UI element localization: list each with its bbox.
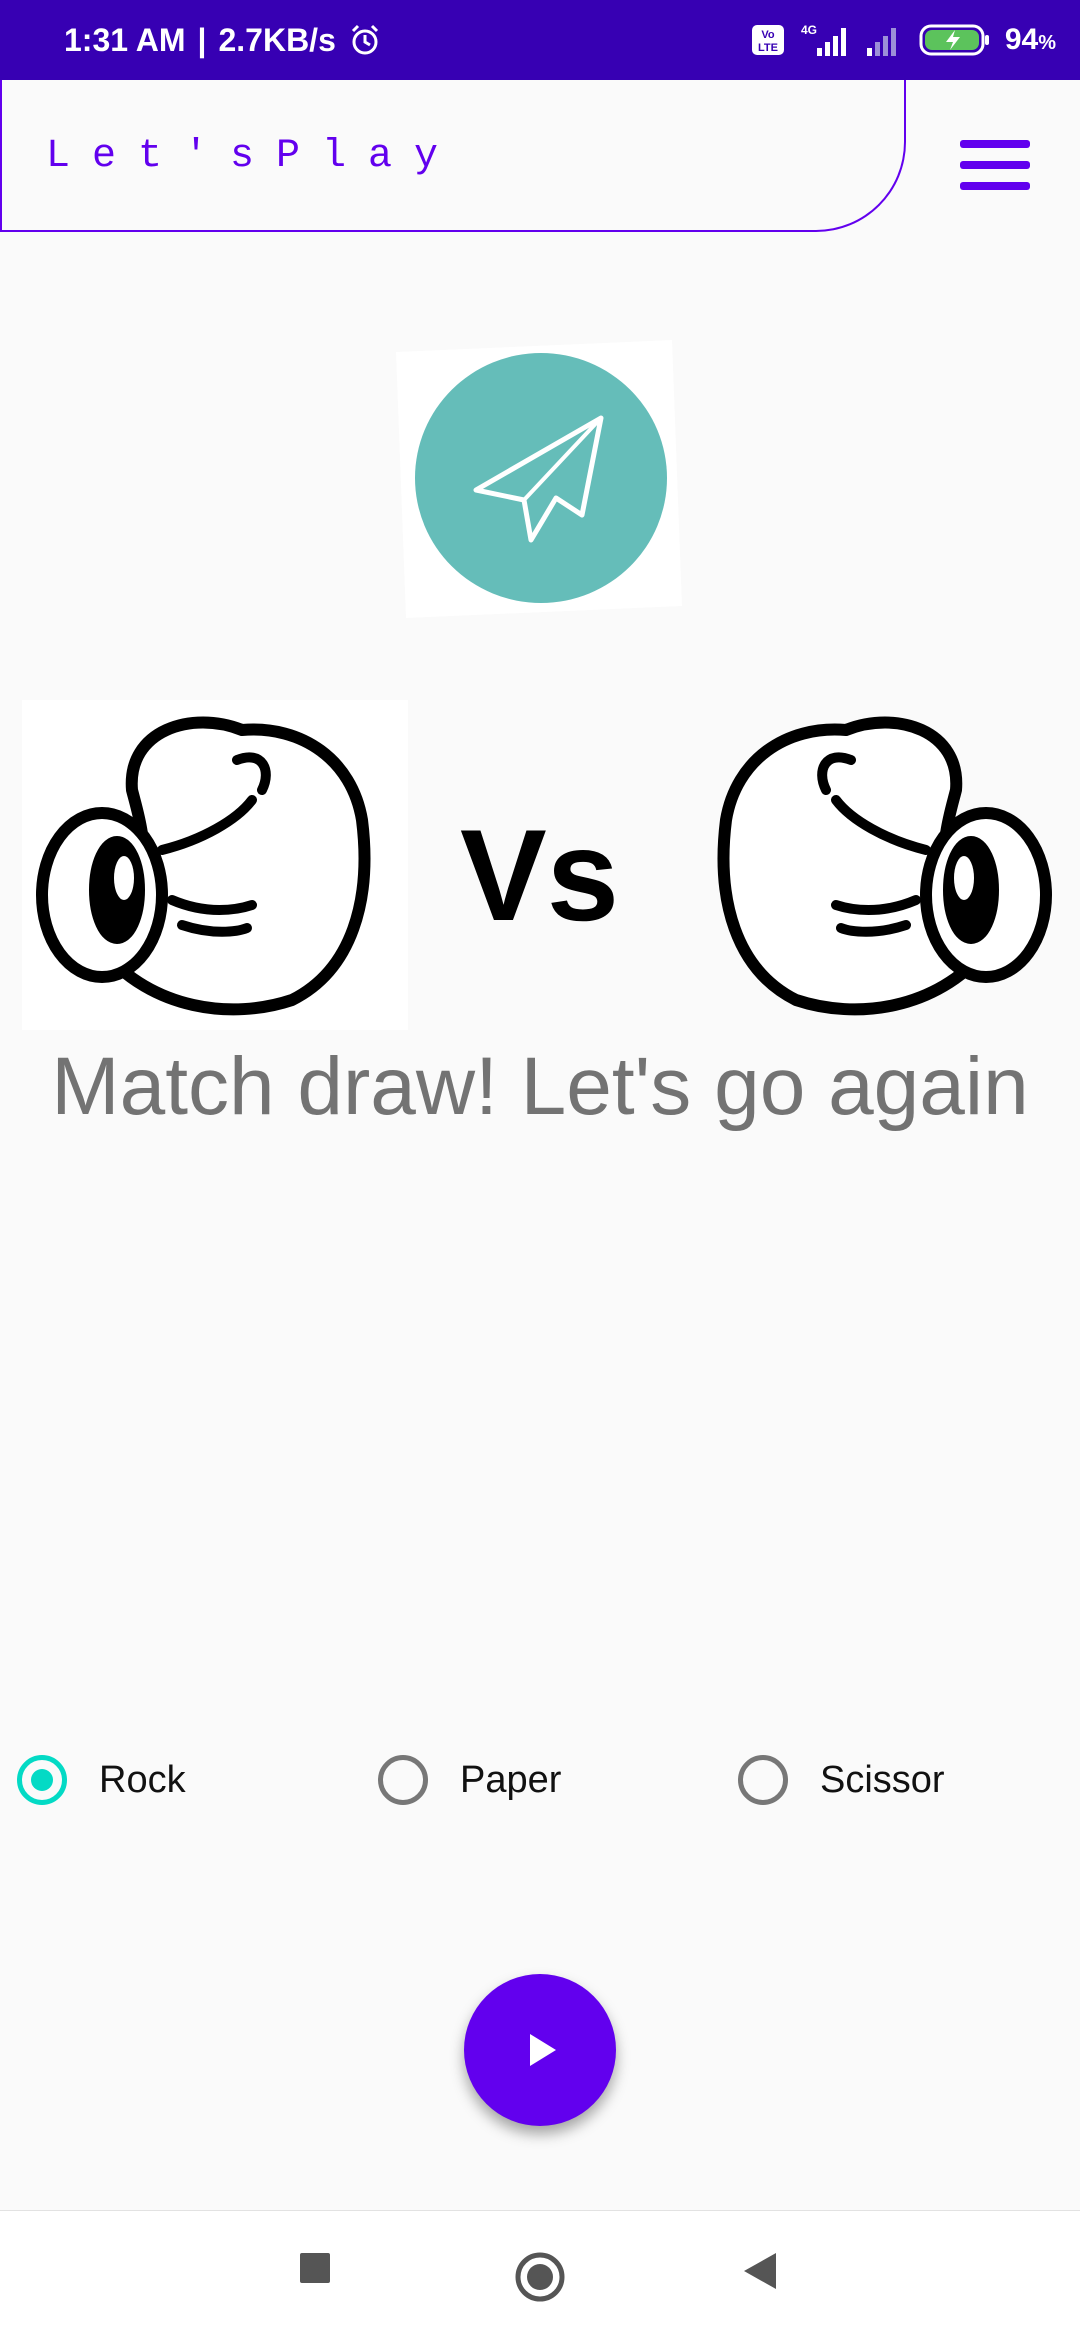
radio-button-checked[interactable] <box>17 1755 67 1805</box>
hamburger-menu-icon[interactable] <box>960 140 1030 190</box>
battery-level: 94% <box>1004 23 1056 56</box>
play-icon <box>530 2034 556 2066</box>
radio-label: Rock <box>99 1758 186 1801</box>
system-nav-bar <box>0 2210 1080 2341</box>
radio-button[interactable] <box>378 1755 428 1805</box>
status-time: 1:31 AM <box>64 21 186 58</box>
status-bar: 1:31 AM | 2.7KB/s Vo LTE 4G 94% <box>0 0 1080 80</box>
recents-icon[interactable] <box>298 2251 332 2285</box>
rock-fist-icon <box>36 716 371 1016</box>
radio-scissor[interactable]: Scissor <box>738 1750 945 1810</box>
menu-line <box>960 140 1030 148</box>
signal-icon <box>866 28 896 56</box>
player-choice <box>22 700 408 1030</box>
home-icon[interactable] <box>514 2251 566 2303</box>
alarm-icon <box>351 24 378 55</box>
status-speed: 2.7KB/s <box>218 21 336 58</box>
computer-choice <box>680 700 1066 1030</box>
paper-plane-logo <box>396 340 682 618</box>
radio-paper[interactable]: Paper <box>378 1750 561 1810</box>
volte-icon: Vo LTE <box>751 25 784 55</box>
radio-rock[interactable]: Rock <box>17 1750 186 1810</box>
choice-radio-group: Rock Paper Scissor <box>0 1750 1080 1810</box>
svg-text:Vo: Vo <box>761 29 775 41</box>
status-separator: | <box>197 21 207 58</box>
signal-4g-icon: 4G <box>801 23 846 56</box>
vs-label: Vs <box>460 802 620 948</box>
menu-line <box>960 161 1030 169</box>
battery-charging-icon <box>919 24 989 56</box>
svg-text:4G: 4G <box>801 23 817 37</box>
back-icon[interactable] <box>740 2251 780 2291</box>
svg-text:LTE: LTE <box>758 42 778 54</box>
status-left: 1:31 AM | 2.7KB/s <box>64 0 382 80</box>
menu-line <box>960 182 1030 190</box>
result-message: Match draw! Let's go again <box>51 1041 1029 1132</box>
radio-label: Paper <box>460 1758 562 1801</box>
app-title-bar: Let'sPlay <box>0 80 906 232</box>
radio-button[interactable] <box>738 1755 788 1805</box>
rock-fist-icon <box>717 716 1052 1016</box>
play-button[interactable] <box>464 1974 616 2126</box>
radio-label: Scissor <box>820 1758 945 1801</box>
status-right: Vo LTE 4G 94% <box>751 0 1056 80</box>
app-title: Let'sPlay <box>46 134 461 179</box>
